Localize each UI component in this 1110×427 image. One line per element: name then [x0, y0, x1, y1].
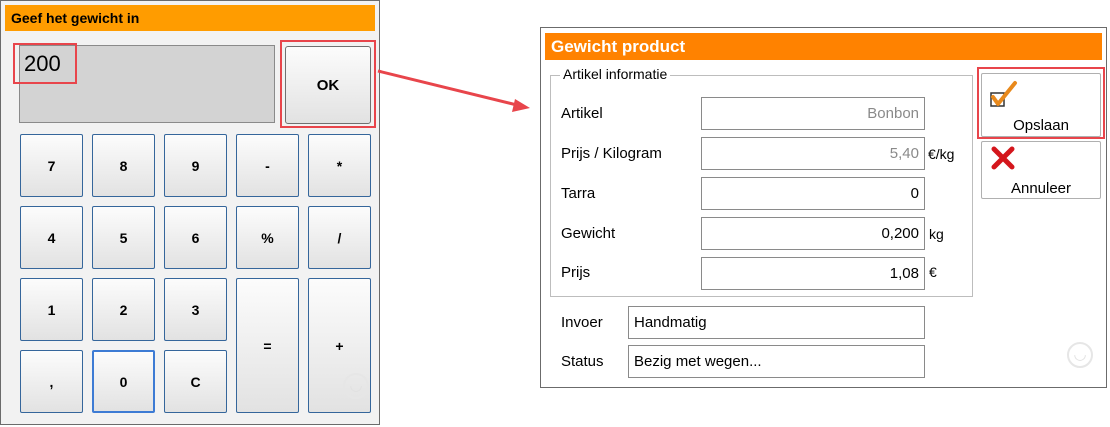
article-info-legend: Artikel informatie [560, 66, 671, 82]
key-9[interactable]: 9 [164, 134, 227, 197]
checkmark-icon [990, 81, 1017, 107]
key-5[interactable]: 5 [92, 206, 155, 269]
keypad-dialog: Geef het gewicht in 200 OK 7 8 9 - * 4 5… [0, 0, 380, 425]
save-label: Opslaan [1013, 117, 1069, 134]
status-field[interactable]: Bezig met wegen... [628, 345, 925, 378]
key-percent[interactable]: % [236, 206, 299, 269]
key-minus[interactable]: - [236, 134, 299, 197]
gewicht-label: Gewicht [561, 225, 616, 242]
status-label: Status [561, 353, 604, 370]
key-8[interactable]: 8 [92, 134, 155, 197]
cancel-button[interactable]: Annuleer [981, 141, 1101, 199]
key-6[interactable]: 6 [164, 206, 227, 269]
prijs-kilogram-unit: €/kg [928, 146, 955, 162]
tarra-label: Tarra [561, 185, 596, 202]
key-7[interactable]: 7 [20, 134, 83, 197]
key-divide[interactable]: / [308, 206, 371, 269]
tarra-field[interactable]: 0 [701, 177, 925, 210]
product-dialog-title: Gewicht product [545, 33, 1102, 60]
close-x-icon [991, 146, 1015, 170]
prijs-kilogram-field[interactable]: 5,40 [701, 137, 925, 170]
ok-button[interactable]: OK [285, 46, 371, 124]
key-equals[interactable]: = [236, 278, 299, 413]
key-multiply[interactable]: * [308, 134, 371, 197]
key-0[interactable]: 0 [92, 350, 155, 413]
key-3[interactable]: 3 [164, 278, 227, 341]
prijs-unit: € [929, 264, 937, 280]
keypad-title: Geef het gewicht in [5, 5, 375, 31]
artikel-field[interactable]: Bonbon [701, 97, 925, 130]
keypad-display[interactable]: 200 [19, 45, 275, 123]
key-1[interactable]: 1 [20, 278, 83, 341]
cancel-label: Annuleer [1010, 180, 1072, 197]
artikel-label: Artikel [561, 105, 603, 122]
key-4[interactable]: 4 [20, 206, 83, 269]
invoer-label: Invoer [561, 314, 603, 331]
key-clear[interactable]: C [164, 350, 227, 413]
prijs-kilogram-label: Prijs / Kilogram [561, 145, 662, 162]
key-2[interactable]: 2 [92, 278, 155, 341]
prijs-field[interactable]: 1,08 [701, 257, 925, 290]
prijs-label: Prijs [561, 264, 591, 281]
key-comma[interactable]: , [20, 350, 83, 413]
watermark-icon: ◡ [343, 373, 369, 399]
watermark-icon: ◡ [1067, 342, 1093, 368]
gewicht-field[interactable]: 0,200 [701, 217, 925, 250]
gewicht-unit: kg [929, 226, 944, 242]
save-button[interactable]: Opslaan [981, 73, 1101, 137]
invoer-field[interactable]: Handmatig [628, 306, 925, 339]
keypad-display-value: 200 [24, 51, 61, 76]
